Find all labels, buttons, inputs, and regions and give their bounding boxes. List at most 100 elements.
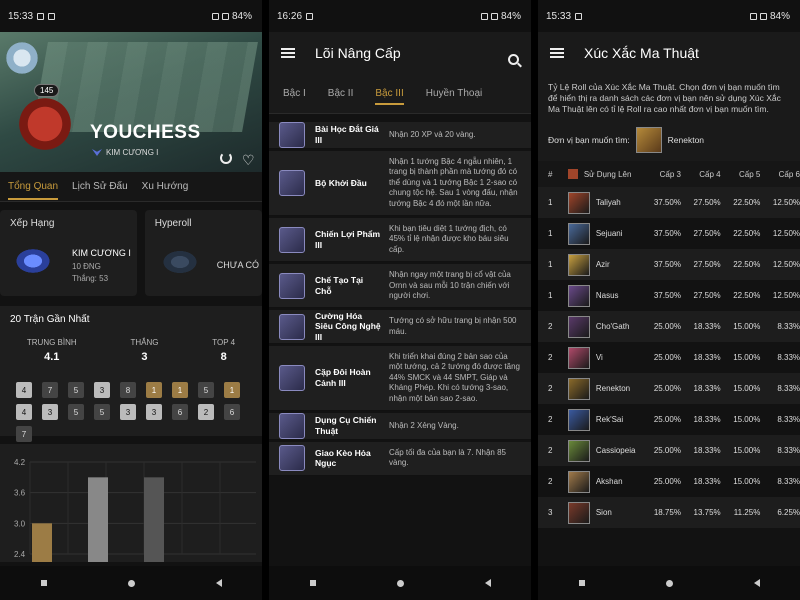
champion-name: Rek'Sai [595, 415, 624, 425]
tab-match-history[interactable]: Lịch Sử Đấu [72, 181, 128, 192]
col-use-on-label: Sử Dụng Lên [583, 169, 632, 179]
home-icon[interactable] [396, 579, 404, 587]
augment-row[interactable]: Dụng Cụ Chiến Thuật Nhận 2 Xẻng Vàng. [269, 413, 531, 441]
table-row[interactable]: 1 Sejuani 37.50% 27.50% 22.50% 12.50% [538, 218, 800, 249]
tab-legendary[interactable]: Huyền Thoại [426, 88, 483, 99]
refresh-icon[interactable] [220, 152, 232, 164]
augment-description: Tướng có sở hữu trang bị nhận 500 máu. [389, 316, 517, 336]
tab-trends[interactable]: Xu Hướng [142, 181, 189, 192]
profile-rank-label: KIM CƯƠNG I [106, 148, 159, 157]
placement-badge[interactable]: 5 [94, 404, 110, 420]
placement-badge[interactable]: 3 [42, 404, 58, 420]
placement-badge[interactable]: 7 [16, 426, 32, 442]
battery-level: 84% [500, 10, 521, 22]
placement-badge[interactable]: 8 [120, 382, 136, 398]
augment-row[interactable]: Cường Hóa Siêu Công Nghệ III Tướng có sở … [269, 310, 531, 345]
table-row[interactable]: 2 Vi 25.00% 18.33% 15.00% 8.33% [538, 342, 800, 373]
champion-name: Sion [595, 508, 612, 518]
renekton-avatar[interactable] [635, 127, 662, 154]
placement-badge[interactable]: 5 [68, 404, 84, 420]
table-row[interactable]: 2 Akshan 25.00% 18.33% 15.00% 8.33% [538, 466, 800, 497]
col-level-6: Cấp 6 [778, 169, 800, 179]
table-row[interactable]: 2 Cassiopeia 25.00% 18.33% 15.00% 8.33% [538, 435, 800, 467]
table-row[interactable]: 2 Rek'Sai 25.00% 18.33% 15.00% 8.33% [538, 404, 800, 435]
ranked-card[interactable]: Xếp Hạng KIM CƯƠNG I 10 ĐNG Thắng: 53 [0, 210, 137, 296]
recents-icon[interactable] [309, 580, 316, 586]
placement-badge[interactable]: 5 [68, 382, 84, 398]
table-row[interactable]: 2 Renekton 25.00% 18.33% 15.00% 8.33% [538, 373, 800, 405]
app-bar: Lõi Nâng Cấp [269, 32, 531, 74]
heart-icon[interactable] [242, 152, 256, 164]
augment-row[interactable]: Bộ Khởi Đầu Nhận 1 tướng Bậc 4 ngẫu nhiên… [269, 151, 531, 216]
champion-avatar [567, 408, 590, 431]
tab-tier-1[interactable]: Bậc I [283, 88, 306, 99]
placement-badge[interactable]: 3 [120, 404, 136, 420]
hyperroll-card-title: Hyperoll [154, 218, 192, 229]
placement-badge[interactable]: 3 [146, 404, 162, 420]
augment-row[interactable]: Bài Học Đắt Giá III Nhận 20 XP và 20 vàng… [269, 122, 531, 149]
chart-bar[interactable] [32, 523, 52, 562]
champion-avatar [567, 315, 590, 338]
recents-icon[interactable] [578, 580, 585, 586]
search-icon[interactable] [508, 54, 519, 65]
placement-badge[interactable]: 3 [94, 382, 110, 398]
hyperroll-card[interactable]: Hyperoll CHƯA CÓ [144, 210, 262, 296]
augment-description: Khi bạn tiêu diệt 1 tướng địch, có 45% t… [389, 223, 509, 254]
placement-badge[interactable]: 1 [172, 382, 188, 398]
placement-badge[interactable]: 4 [16, 382, 32, 398]
home-icon[interactable] [665, 579, 673, 587]
placement-badge[interactable]: 5 [198, 382, 214, 398]
unit-picker[interactable]: Đơn vị bạn muốn tìm: Renekton [538, 123, 800, 162]
tab-tier-3[interactable]: Bậc III [375, 88, 404, 105]
rate-level-5: 15.00% [733, 415, 761, 425]
placement-badge[interactable]: 6 [172, 404, 188, 420]
menu-icon[interactable] [281, 48, 295, 58]
tier-tabs: Bậc I Bậc II Bậc III Huyền Thoại [269, 74, 531, 114]
augment-row[interactable]: Giao Kèo Hỏa Ngục Cấp tối đa của bạn là 7… [269, 442, 531, 476]
chart-bar[interactable] [88, 477, 108, 562]
placement-badge[interactable]: 7 [42, 382, 58, 398]
placement-badge[interactable]: 4 [16, 404, 32, 420]
recent-matches: 20 Trận Gần Nhất TRUNG BÌNH 4.1 THẮNG 3 TO… [0, 306, 262, 442]
menu-icon[interactable] [550, 48, 564, 58]
table-row[interactable]: 2 Cho'Gath 25.00% 18.33% 15.00% 8.33% [538, 311, 800, 343]
augment-description: Nhận 1 tướng Bậc 4 ngẫu nhiên, 1 trang b… [389, 157, 518, 208]
stat-value: 4.1 [44, 351, 60, 363]
tab-overview[interactable]: Tổng Quan [8, 181, 59, 200]
augment-row[interactable]: Chế Tạo Tại Chỗ Nhận ngay một trang bị cổ… [269, 264, 531, 309]
chart-bar[interactable] [144, 477, 164, 562]
home-icon[interactable] [127, 579, 135, 587]
signal-icon [759, 12, 767, 20]
row-champion: Cho'Gath [567, 315, 641, 338]
row-champion: Renekton [567, 377, 641, 400]
recents-icon[interactable] [40, 580, 47, 586]
stat-value: 8 [220, 351, 227, 363]
placement-badge[interactable]: 1 [146, 382, 162, 398]
hyperroll-tier: CHƯA CÓ [216, 260, 259, 270]
augment-row[interactable]: Chiến Lợi Phẩm III Khi bạn tiêu diệt 1 tư… [269, 217, 531, 263]
back-icon[interactable] [753, 579, 760, 587]
battery-level: 84% [769, 10, 790, 22]
placement-badge[interactable]: 6 [224, 404, 240, 420]
table-row[interactable]: 3 Sion 18.75% 13.75% 11.25% 6.25% [538, 497, 800, 529]
back-icon[interactable] [484, 579, 491, 587]
table-row[interactable]: 1 Nasus 37.50% 27.50% 22.50% 12.50% [538, 280, 800, 311]
ranked-card-title: Xếp Hạng [10, 218, 55, 229]
placement-badge[interactable]: 1 [224, 382, 240, 398]
placement-badge[interactable]: 2 [198, 404, 214, 420]
row-champion: Vi [567, 346, 641, 369]
row-index: 2 [548, 384, 553, 394]
rate-level-4: 27.50% [693, 229, 721, 239]
rate-level-3: 37.50% [653, 229, 681, 239]
notification-icon [575, 12, 583, 20]
augment-row[interactable]: Cặp Đôi Hoàn Cảnh III Khi triển khai đúng… [269, 346, 531, 412]
page-title: Lõi Nâng Cấp [315, 45, 401, 61]
row-champion: Nasus [567, 284, 641, 307]
tab-tier-2[interactable]: Bậc II [328, 88, 354, 99]
rate-level-5: 15.00% [733, 353, 761, 363]
pair-icon [279, 365, 305, 392]
table-row[interactable]: 1 Taliyah 37.50% 27.50% 22.50% 12.50% [538, 187, 800, 219]
back-icon[interactable] [215, 579, 222, 587]
dice-icon [567, 169, 578, 180]
table-row[interactable]: 1 Azir 37.50% 27.50% 22.50% 12.50% [538, 249, 800, 281]
